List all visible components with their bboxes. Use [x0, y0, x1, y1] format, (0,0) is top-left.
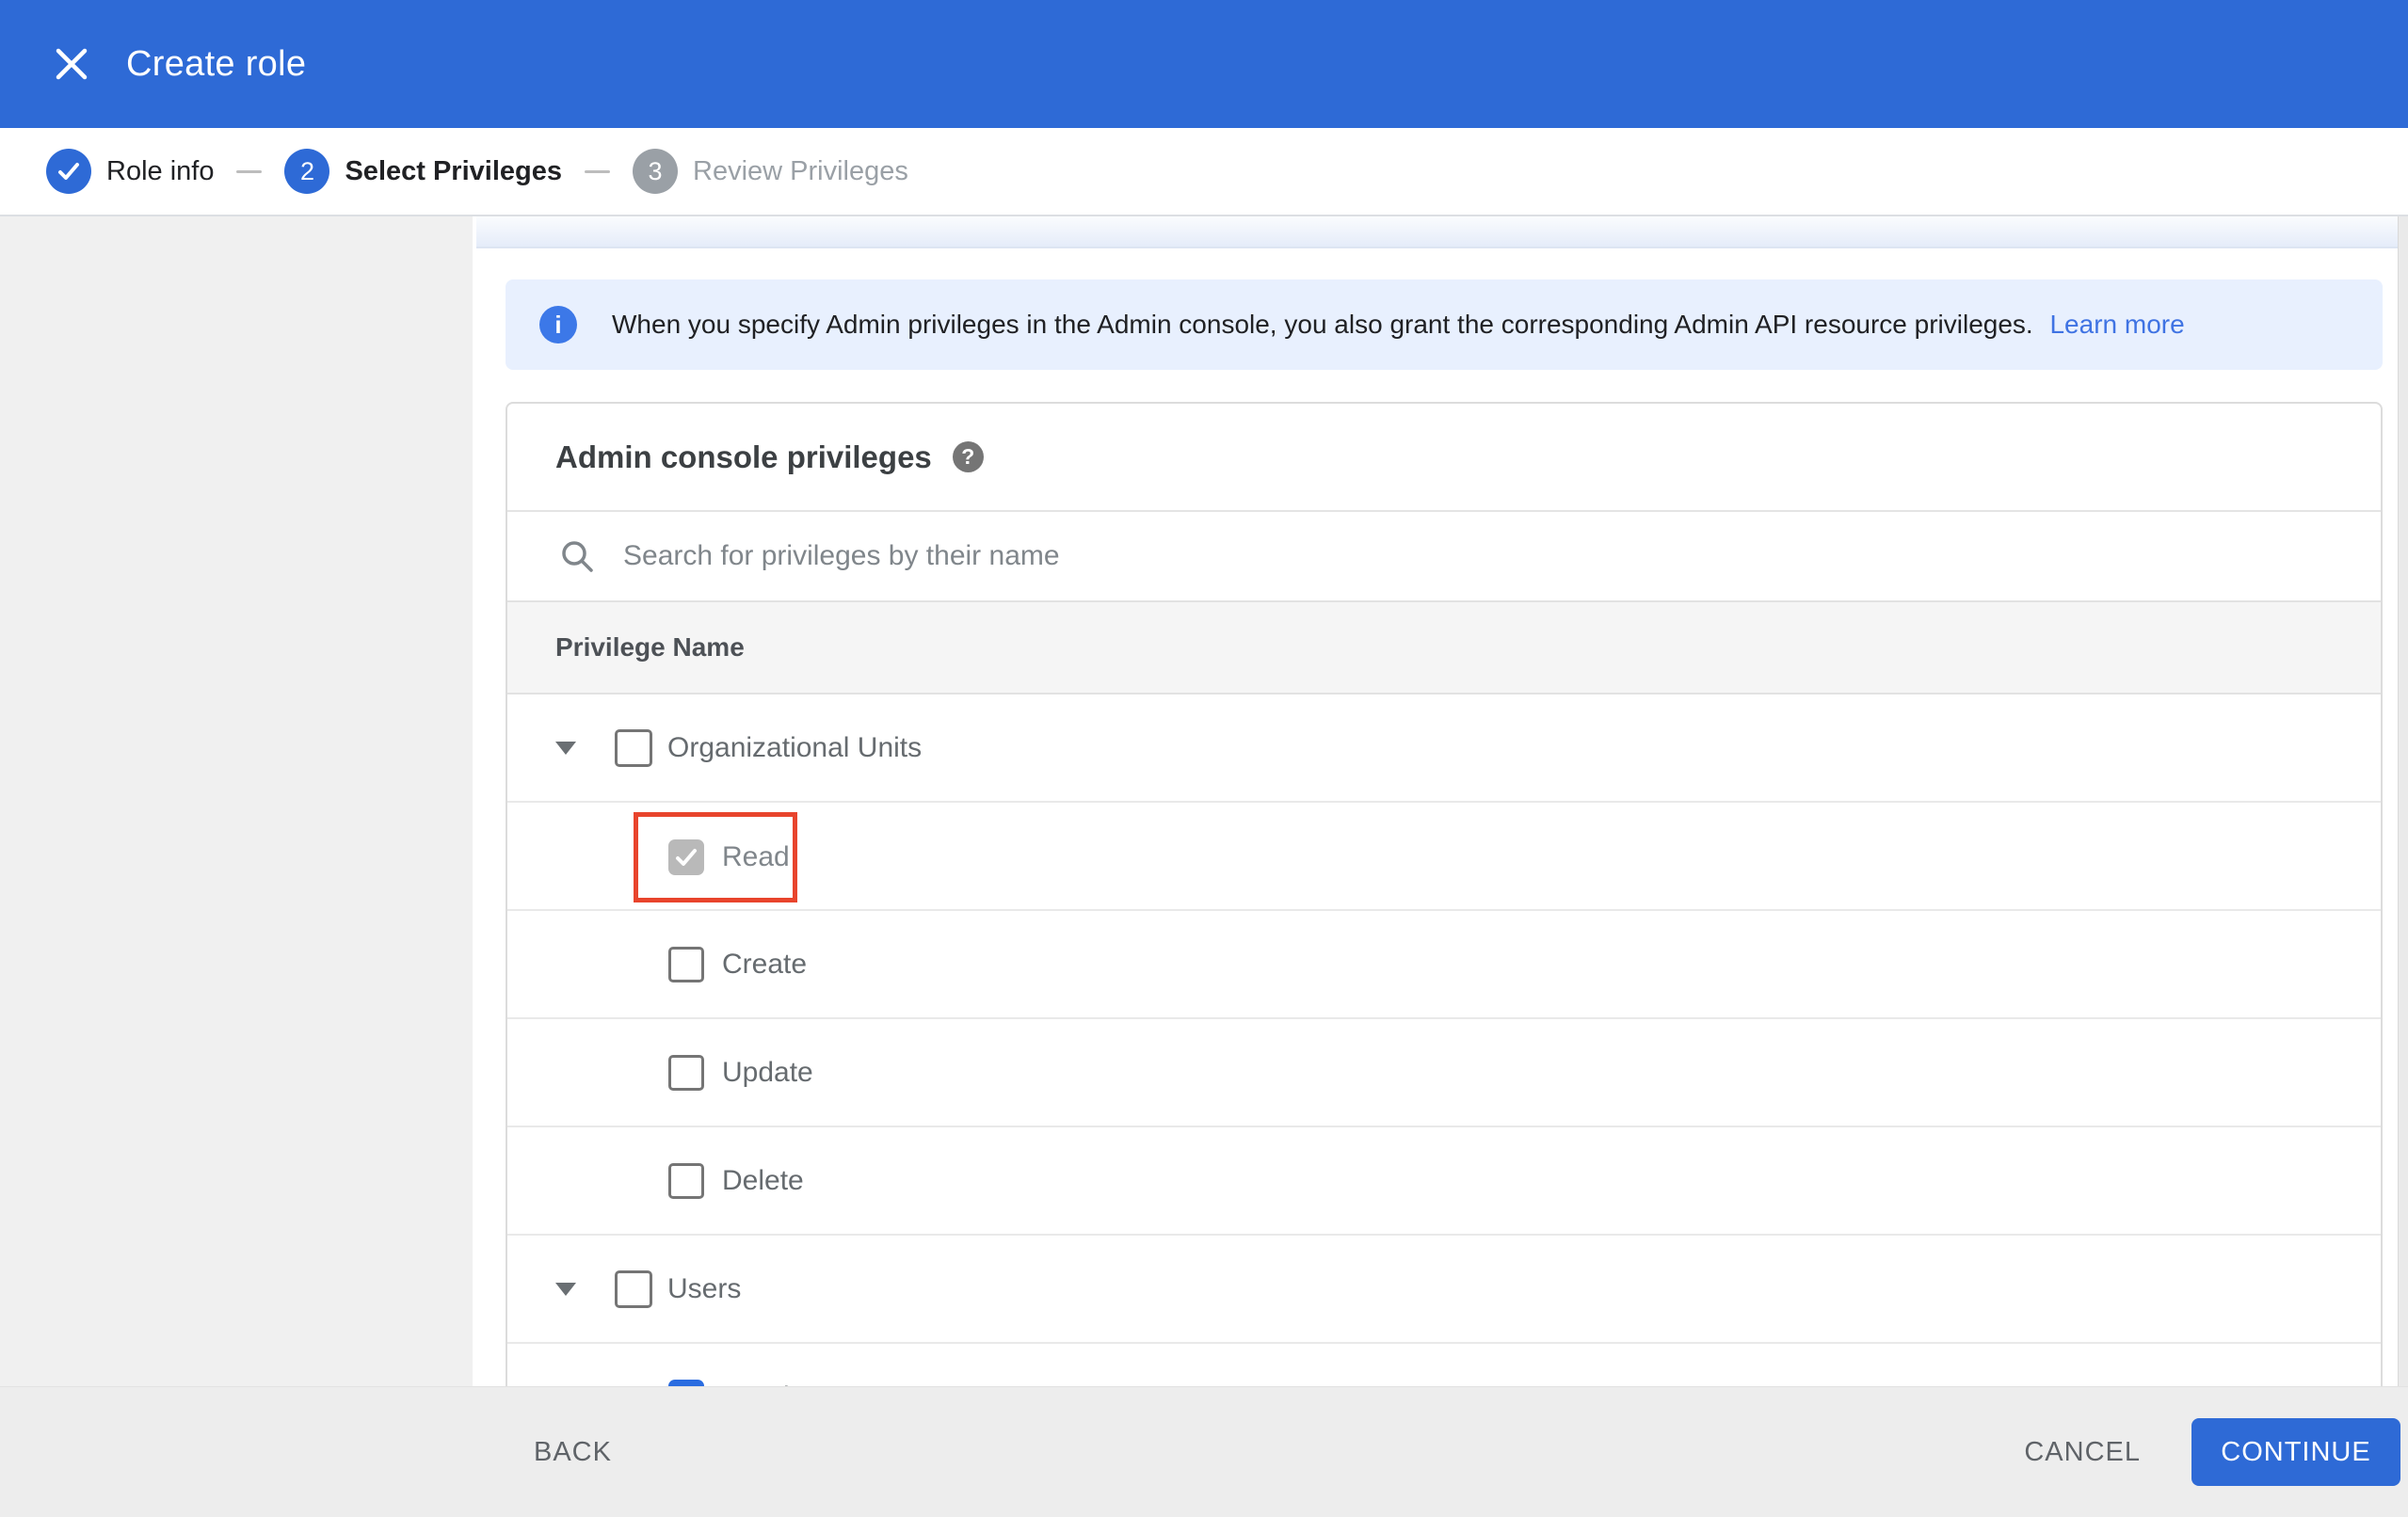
- stepper: Role info 2 Select Privileges 3 Review P…: [0, 128, 2408, 216]
- privilege-row-delete: Delete: [507, 1127, 2381, 1236]
- privilege-label: Create: [722, 948, 808, 980]
- footer-actions: CANCEL CONTINUE: [2024, 1418, 2400, 1486]
- left-panel: [0, 216, 473, 1386]
- privilege-row-users: Users: [507, 1236, 2381, 1344]
- dialog-body: i When you specify Admin privileges in t…: [0, 216, 2408, 1386]
- step-1-label: Role info: [106, 155, 215, 186]
- privilege-label: Read: [722, 841, 790, 872]
- cancel-button[interactable]: CANCEL: [2024, 1437, 2141, 1468]
- collapse-triangle-icon[interactable]: [555, 741, 576, 755]
- dialog-title: Create role: [126, 43, 307, 84]
- banner-message: When you specify Admin privileges in the…: [612, 310, 2033, 339]
- create-role-dialog: Create role Role info 2 Select Privilege…: [0, 0, 2408, 1517]
- privilege-label: Organizational Units: [667, 731, 923, 763]
- scrollbar[interactable]: [2398, 216, 2408, 1386]
- privilege-label: Update: [722, 1056, 813, 1088]
- step-3-circle: 3: [633, 149, 678, 194]
- info-icon: i: [539, 306, 577, 343]
- privilege-row-update: Update: [507, 1019, 2381, 1127]
- step-2-label: Select Privileges: [345, 155, 562, 186]
- privilege-row-read: Read: [507, 803, 2381, 911]
- delete-checkbox[interactable]: [668, 1162, 704, 1199]
- search-icon: [559, 538, 595, 574]
- privilege-row-organizational-units: Organizational Units: [507, 695, 2381, 803]
- step-connector: [585, 169, 610, 173]
- privilege-row-users-read: Read: [507, 1344, 2381, 1386]
- main-content: i When you specify Admin privileges in t…: [473, 216, 2408, 1386]
- step-done-icon: [56, 159, 81, 184]
- admin-console-privileges-card: Admin console privileges ? Privilege Nam…: [506, 402, 2383, 1386]
- users-read-checkbox[interactable]: [668, 1379, 704, 1386]
- footer-bar: BACK CANCEL CONTINUE: [0, 1386, 2408, 1517]
- step-connector: [236, 169, 263, 173]
- read-checkbox[interactable]: [668, 839, 704, 875]
- info-banner: i When you specify Admin privileges in t…: [506, 279, 2383, 370]
- card-title-row: Admin console privileges ?: [507, 404, 2381, 510]
- back-button[interactable]: BACK: [534, 1437, 612, 1468]
- continue-button[interactable]: CONTINUE: [2191, 1418, 2400, 1486]
- organizational-units-checkbox[interactable]: [615, 728, 652, 767]
- step-select-privileges[interactable]: 2 Select Privileges: [284, 149, 562, 194]
- step-role-info[interactable]: Role info: [46, 149, 214, 194]
- step-3-label: Review Privileges: [693, 155, 908, 186]
- search-privileges-input[interactable]: [621, 539, 1472, 573]
- close-button[interactable]: [53, 45, 90, 83]
- step-review-privileges[interactable]: 3 Review Privileges: [633, 149, 908, 194]
- privilege-label: Users: [667, 1272, 742, 1304]
- learn-more-link[interactable]: Learn more: [2049, 310, 2184, 339]
- privilege-search-row: [507, 510, 2381, 600]
- help-icon[interactable]: ?: [952, 441, 984, 472]
- update-checkbox[interactable]: [668, 1054, 704, 1091]
- scrolled-content-edge: [476, 216, 2399, 248]
- step-2-circle: 2: [284, 149, 330, 194]
- table-column-header: Privilege Name: [507, 600, 2381, 695]
- banner-text: When you specify Admin privileges in the…: [612, 310, 2185, 340]
- users-checkbox[interactable]: [615, 1269, 652, 1308]
- action-highlight-box: Read: [634, 812, 797, 902]
- step-1-circle: [46, 149, 91, 194]
- app-bar: Create role: [0, 0, 2408, 128]
- privilege-row-create: Create: [507, 911, 2381, 1019]
- collapse-triangle-icon[interactable]: [555, 1282, 576, 1296]
- card-title: Admin console privileges: [555, 439, 932, 474]
- privilege-label: Delete: [722, 1164, 804, 1196]
- close-icon: [54, 46, 89, 82]
- create-checkbox[interactable]: [668, 946, 704, 982]
